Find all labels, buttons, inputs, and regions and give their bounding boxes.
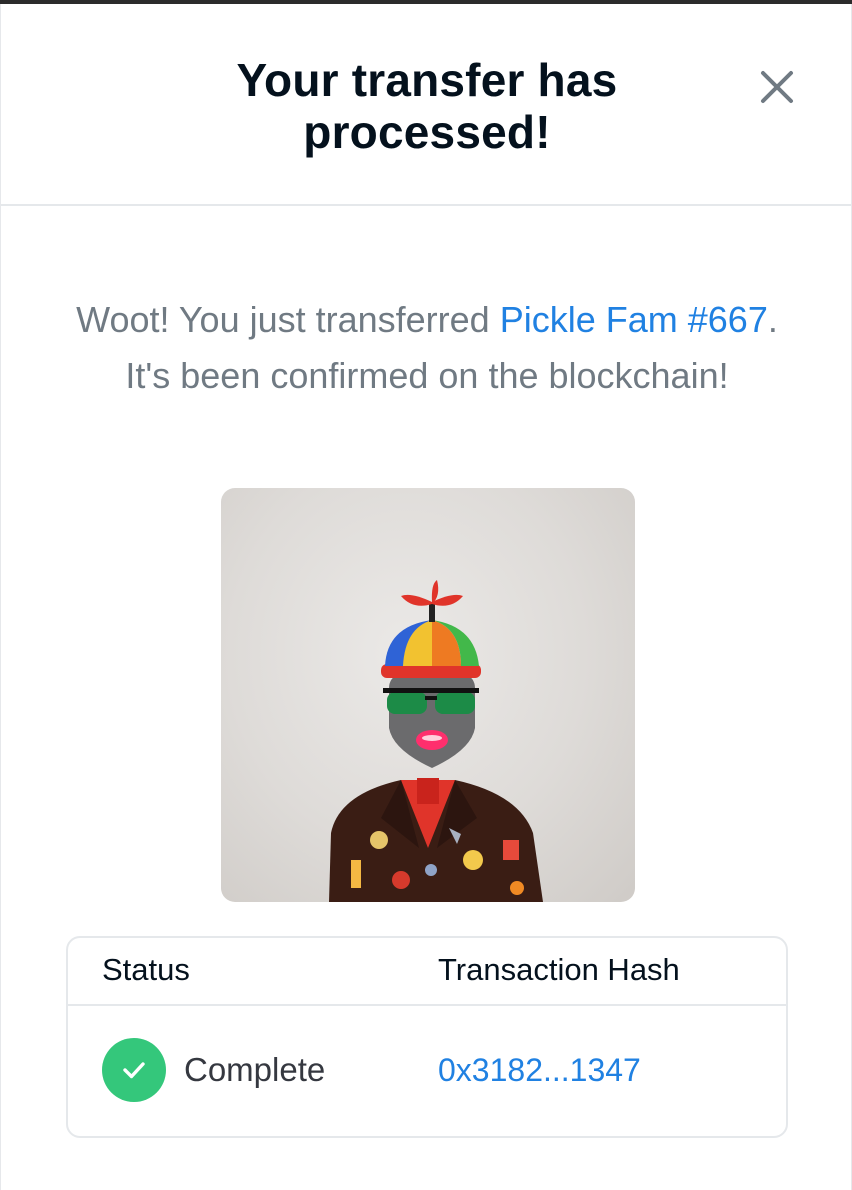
complete-status-badge xyxy=(102,1038,166,1102)
status-header: Status xyxy=(102,952,190,987)
modal-title: Your transfer has processed! xyxy=(236,54,618,158)
close-button[interactable] xyxy=(749,59,805,115)
modal-header: Your transfer has processed! xyxy=(1,4,851,206)
status-value: Complete xyxy=(184,1051,326,1088)
check-icon xyxy=(123,1062,145,1079)
transaction-hash-link[interactable]: 0x3182...1347 xyxy=(438,1050,641,1090)
nft-character-artwork xyxy=(329,580,543,902)
message-prefix: Woot! You just transferred xyxy=(76,299,500,340)
table-divider xyxy=(68,1004,786,1006)
status-cell: Complete xyxy=(102,1038,325,1102)
nft-image xyxy=(221,488,635,902)
transfer-success-modal: Your transfer has processed! Woot! You j… xyxy=(0,4,852,1190)
close-icon xyxy=(761,71,793,103)
transaction-table: Status Transaction Hash Complete 0x3182.… xyxy=(66,936,788,1138)
success-message: Woot! You just transferred Pickle Fam #6… xyxy=(71,292,783,404)
item-name-link[interactable]: Pickle Fam #667 xyxy=(500,299,768,340)
transaction-hash-header: Transaction Hash xyxy=(438,952,680,987)
